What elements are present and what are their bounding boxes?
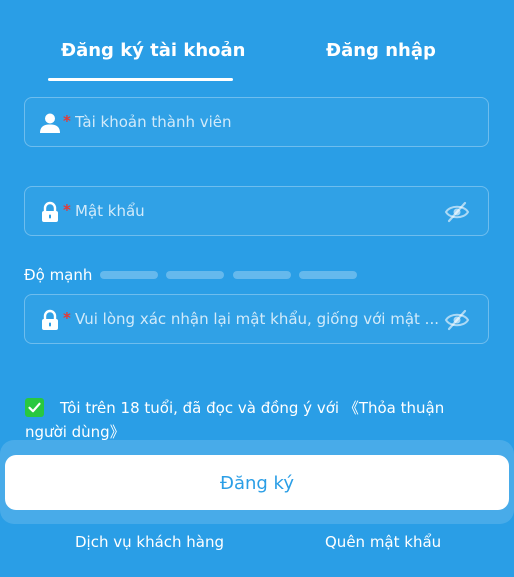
required-mark: * [63, 201, 71, 219]
password-field: * [24, 186, 489, 236]
required-mark: * [63, 112, 71, 130]
customer-service-link[interactable]: Dịch vụ khách hàng [75, 533, 224, 551]
strength-bar [233, 271, 291, 279]
strength-bar [166, 271, 224, 279]
confirm-password-input[interactable] [75, 305, 445, 333]
confirm-password-field: * [24, 294, 489, 344]
active-tab-indicator [48, 78, 233, 81]
password-input[interactable] [75, 197, 445, 225]
tab-register[interactable]: Đăng ký tài khoản [61, 40, 245, 61]
forgot-password-link[interactable]: Quên mật khẩu [325, 533, 441, 551]
username-field: * [24, 97, 489, 147]
auth-tabs: Đăng ký tài khoản Đăng nhập [0, 0, 514, 82]
eye-slash-icon[interactable] [444, 308, 470, 332]
password-strength-label: Độ mạnh [24, 266, 93, 284]
required-mark: * [63, 309, 71, 327]
agreement-text[interactable]: Tôi trên 18 tuổi, đã đọc và đồng ý với 《… [25, 396, 480, 444]
register-button[interactable]: Đăng ký [5, 455, 509, 510]
lock-icon [42, 309, 58, 330]
strength-bar [100, 271, 158, 279]
eye-slash-icon[interactable] [444, 200, 470, 224]
tab-login[interactable]: Đăng nhập [326, 40, 436, 61]
strength-bar [299, 271, 357, 279]
user-icon [40, 113, 60, 133]
lock-icon [42, 201, 58, 222]
username-input[interactable] [75, 108, 445, 136]
submit-button-area: Đăng ký [0, 440, 514, 524]
